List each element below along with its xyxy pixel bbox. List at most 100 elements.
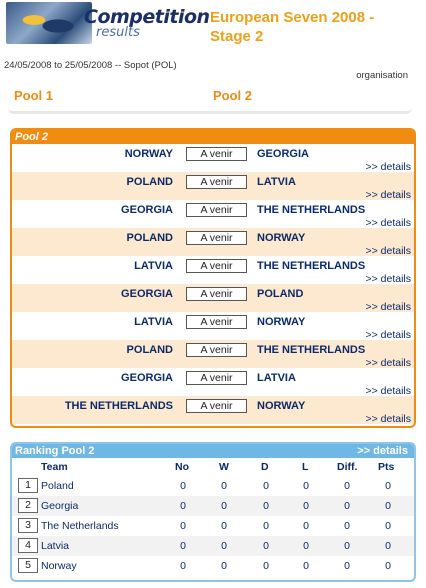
- col-no: No: [175, 461, 189, 473]
- home-team: LATVIA: [134, 316, 173, 328]
- away-team: LATVIA: [257, 372, 296, 384]
- away-team: THE NETHERLANDS: [257, 204, 366, 216]
- rank-pts: 0: [385, 480, 391, 492]
- rank-pts: 0: [385, 560, 391, 572]
- rank-team-link[interactable]: The Netherlands: [41, 520, 119, 532]
- rank-diff: 0: [344, 520, 350, 532]
- col-pts: Pts: [378, 461, 395, 473]
- rank-pts: 0: [385, 500, 391, 512]
- match-row: THE NETHERLANDS A venir NORWAY >> details: [12, 396, 414, 425]
- match-row: POLAND A venir THE NETHERLANDS >> details: [12, 340, 414, 369]
- rank-d: 0: [263, 500, 269, 512]
- rank-no: 0: [180, 520, 186, 532]
- ranking-row: 2 Georgia 0 0 0 0 0 0: [12, 496, 414, 516]
- ranking-panel: Ranking Pool 2 >> details Team No W D L …: [10, 442, 416, 582]
- rank-no: 0: [180, 540, 186, 552]
- rank-diff: 0: [344, 480, 350, 492]
- score-box: A venir: [186, 287, 247, 301]
- page-title: European Seven 2008 - Stage 2: [210, 8, 410, 46]
- rank-w: 0: [221, 540, 227, 552]
- match-row: LATVIA A venir NORWAY >> details: [12, 312, 414, 341]
- match-list: NORWAY A venir GEORGIA >> details POLAND A ve…: [12, 144, 414, 425]
- rank-position: 5: [18, 558, 38, 573]
- away-team: NORWAY: [257, 316, 306, 328]
- away-team: NORWAY: [257, 232, 306, 244]
- home-team: GEORGIA: [121, 372, 173, 384]
- pool-tabs: Pool 1 Pool 2: [8, 82, 412, 114]
- score-box: A venir: [186, 259, 247, 273]
- rank-w: 0: [221, 560, 227, 572]
- rank-l: 0: [303, 480, 309, 492]
- ranking-rows: 1 Poland 0 0 0 0 0 0 2 Georgia 0 0 0 0 0 0 3 The Netherla…: [12, 476, 414, 576]
- ranking-row: 4 Latvia 0 0 0 0 0 0: [12, 536, 414, 556]
- rank-w: 0: [221, 520, 227, 532]
- away-team: POLAND: [257, 288, 304, 300]
- score-box: A venir: [186, 231, 247, 245]
- rank-pts: 0: [385, 520, 391, 532]
- col-l: L: [302, 461, 309, 473]
- ranking-row: 5 Norway 0 0 0 0 0 0: [12, 556, 414, 576]
- rank-position: 2: [18, 498, 38, 513]
- score-box: A venir: [186, 315, 247, 329]
- rank-diff: 0: [344, 560, 350, 572]
- home-team: POLAND: [126, 232, 173, 244]
- score-box: A venir: [186, 175, 247, 189]
- match-row: LATVIA A venir THE NETHERLANDS >> details: [12, 256, 414, 285]
- rank-w: 0: [221, 480, 227, 492]
- ranking-heading: Ranking Pool 2: [15, 445, 95, 457]
- rank-d: 0: [263, 560, 269, 572]
- organisation-link[interactable]: organisation: [356, 70, 408, 81]
- ranking-row: 3 The Netherlands 0 0 0 0 0 0: [12, 516, 414, 536]
- rank-d: 0: [263, 540, 269, 552]
- rank-w: 0: [221, 500, 227, 512]
- ranking-heading-bar: Ranking Pool 2 >> details: [12, 444, 414, 458]
- rank-team-link[interactable]: Latvia: [41, 540, 69, 552]
- rank-team-link[interactable]: Norway: [41, 560, 77, 572]
- pool-2-matches-panel: Pool 2 NORWAY A venir GEORGIA >> details POL…: [10, 128, 416, 428]
- score-box: A venir: [186, 203, 247, 217]
- rank-l: 0: [303, 560, 309, 572]
- rank-team-link[interactable]: Poland: [41, 480, 74, 492]
- match-row: GEORGIA A venir POLAND >> details: [12, 284, 414, 313]
- col-team: Team: [41, 461, 68, 473]
- ranking-details-link[interactable]: >> details: [357, 444, 408, 458]
- logo-word-results: results: [96, 25, 140, 40]
- col-w: W: [219, 461, 229, 473]
- score-box: A venir: [186, 147, 247, 161]
- competition-results-logo[interactable]: Competition results: [0, 0, 210, 46]
- score-box: A venir: [186, 343, 247, 357]
- away-team: GEORGIA: [257, 148, 309, 160]
- match-row: POLAND A venir LATVIA >> details: [12, 172, 414, 201]
- rank-d: 0: [263, 520, 269, 532]
- away-team: THE NETHERLANDS: [257, 260, 366, 272]
- rank-diff: 0: [344, 540, 350, 552]
- rank-l: 0: [303, 500, 309, 512]
- home-team: POLAND: [126, 344, 173, 356]
- rank-position: 3: [18, 518, 38, 533]
- score-box: A venir: [186, 399, 247, 413]
- rank-no: 0: [180, 500, 186, 512]
- match-details-link[interactable]: >> details: [365, 413, 411, 425]
- col-d: D: [261, 461, 269, 473]
- title-line-2: Stage 2: [210, 28, 264, 45]
- match-row: NORWAY A venir GEORGIA >> details: [12, 144, 414, 173]
- away-team: LATVIA: [257, 176, 296, 188]
- match-row: GEORGIA A venir LATVIA >> details: [12, 368, 414, 397]
- ranking-row: 1 Poland 0 0 0 0 0 0: [12, 476, 414, 496]
- rank-team-link[interactable]: Georgia: [41, 500, 78, 512]
- rank-d: 0: [263, 480, 269, 492]
- home-team: THE NETHERLANDS: [64, 400, 173, 412]
- away-team: THE NETHERLANDS: [257, 344, 366, 356]
- home-team: POLAND: [126, 176, 173, 188]
- tab-pool-1[interactable]: Pool 1: [14, 88, 53, 103]
- ranking-header-row: Team No W D L Diff. Pts: [12, 458, 414, 476]
- match-row: GEORGIA A venir THE NETHERLANDS >> details: [12, 200, 414, 229]
- rank-no: 0: [180, 480, 186, 492]
- home-team: LATVIA: [134, 260, 173, 272]
- match-row: POLAND A venir NORWAY >> details: [12, 228, 414, 257]
- tab-pool-2[interactable]: Pool 2: [213, 88, 252, 103]
- away-team: NORWAY: [257, 400, 306, 412]
- score-box: A venir: [186, 371, 247, 385]
- rank-position: 1: [18, 478, 38, 493]
- rank-diff: 0: [344, 500, 350, 512]
